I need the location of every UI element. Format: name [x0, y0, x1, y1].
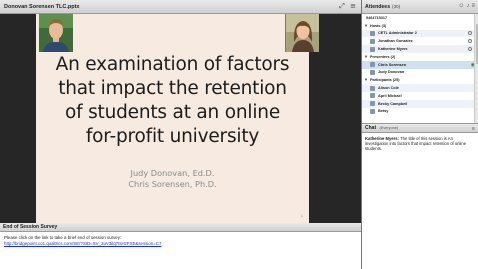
attendees-count: (30) — [392, 4, 401, 9]
avatar-icon — [370, 46, 375, 52]
slide-number: 1 — [300, 213, 303, 218]
list-item[interactable]: CETL Administrator 2 — [362, 29, 478, 38]
presentation-pod: Donovan Sorensen TLC.pptx ⤢ ≡ An examina… — [0, 0, 361, 223]
avatar-icon — [370, 62, 375, 68]
current-user-id: 9464715317 — [366, 15, 388, 20]
chevron-down-icon[interactable]: ▾ — [362, 54, 370, 60]
avatar-icon — [370, 69, 375, 75]
microphone-icon[interactable]: ♪ — [466, 3, 469, 10]
slide-author: Judy Donovan, Ed.D. — [130, 168, 215, 178]
list-item[interactable]: Becky Campbell — [362, 99, 478, 108]
avatar-icon — [370, 38, 375, 44]
chat-pod-header: Chat (Everyone) ≡ — [362, 123, 478, 133]
attendee-name: Katherine Myers — [378, 47, 408, 52]
avatar-icon — [370, 85, 375, 91]
list-item[interactable]: Katherine Myers — [362, 45, 478, 53]
attendee-scrollbar[interactable] — [474, 14, 478, 123]
group-label: Presenters (2) — [370, 54, 396, 59]
chat-messages: Katherine Myers: The title of this sessi… — [362, 133, 478, 269]
group-hosts[interactable]: ▾ Hosts (3) — [362, 22, 478, 30]
avatar-icon — [370, 101, 375, 107]
presentation-pod-header: Donovan Sorensen TLC.pptx ⤢ ≡ — [0, 0, 361, 14]
chevron-down-icon[interactable]: ▾ — [362, 77, 370, 83]
survey-pod: End of Session Survey Please click on th… — [0, 223, 361, 269]
attendee-name: Jonathan Gonzalez — [378, 39, 413, 44]
slide-title-line: that impact the retention — [58, 78, 287, 99]
fullscreen-icon[interactable]: ⤢ — [338, 2, 346, 10]
slide-title-line: of students at an online — [65, 102, 280, 123]
list-item[interactable]: Judy Donovan — [362, 69, 478, 77]
attendee-name: Becky Campbell — [378, 101, 408, 106]
presenter-photo-female — [285, 14, 319, 52]
group-presenters[interactable]: ▾ Presenters (2) — [362, 53, 478, 61]
menu-icon[interactable]: ≡ — [349, 2, 357, 10]
slide-authors: Judy Donovan, Ed.D. Chris Sorensen, Ph.D… — [36, 168, 309, 190]
microphone-icon — [468, 38, 472, 43]
list-item[interactable]: April Michael — [362, 92, 478, 100]
avatar-icon — [370, 93, 375, 99]
attendee-name: Chris Sorensen — [378, 62, 407, 67]
group-participants[interactable]: ▾ Participants (25) — [362, 76, 478, 84]
list-item[interactable]: Jonathan Gonzalez — [362, 37, 478, 45]
attendee-name: Judy Donovan — [378, 70, 405, 75]
slide-title-line: An examination of factors — [55, 54, 290, 75]
attendee-name: CETL Administrator 2 — [378, 31, 417, 36]
presentation-file-title: Donovan Sorensen TLC.pptx — [4, 3, 80, 10]
avatar-icon — [370, 30, 375, 36]
attendees-pod-header: Attendees (30) ☺ ♪ ≡ — [362, 0, 478, 14]
presenter-photo-male — [39, 14, 73, 52]
chat-scope[interactable]: (Everyone) — [380, 126, 399, 130]
list-item[interactable]: Betsy — [362, 108, 478, 116]
survey-link[interactable]: http://bridgepoint.co1.qualtrics.com/SE/… — [4, 241, 357, 247]
right-panel: Attendees (30) ☺ ♪ ≡ 9464715317 ▾ Hosts … — [361, 0, 478, 269]
group-label: Hosts (3) — [370, 23, 387, 28]
attendee-name: Betsy — [378, 109, 389, 114]
microphone-icon — [468, 46, 472, 51]
list-item[interactable]: Chris Sorensen ◉ — [362, 60, 478, 69]
presentation-area: An examination of factors that impact th… — [0, 14, 361, 223]
slide: An examination of factors that impact th… — [36, 14, 319, 223]
person-icon[interactable]: ☺ — [458, 3, 464, 10]
slide-author: Chris Sorensen, Ph.D. — [128, 179, 217, 189]
survey-title: End of Session Survey — [3, 224, 58, 230]
slide-title-line: for-profit university — [85, 126, 260, 147]
attendees-title: Attendees — [365, 3, 391, 10]
attendee-name: Alison Cole — [378, 86, 399, 91]
chevron-down-icon[interactable]: ▾ — [362, 23, 370, 29]
survey-pod-header: End of Session Survey — [0, 223, 361, 232]
chat-title: Chat — [365, 125, 377, 131]
attendee-name: April Michael — [378, 93, 402, 98]
slide-title: An examination of factors that impact th… — [44, 53, 301, 149]
menu-icon[interactable]: ≡ — [471, 3, 475, 10]
attendee-list: 9464715317 ▾ Hosts (3) CETL Administrato… — [362, 14, 478, 123]
chat-message: Katherine Myers: The title of this sessi… — [365, 136, 475, 152]
list-item[interactable]: Alison Cole — [362, 84, 478, 92]
microphone-icon — [468, 31, 472, 36]
avatar-icon — [370, 108, 375, 114]
group-label: Participants (25) — [370, 78, 400, 83]
